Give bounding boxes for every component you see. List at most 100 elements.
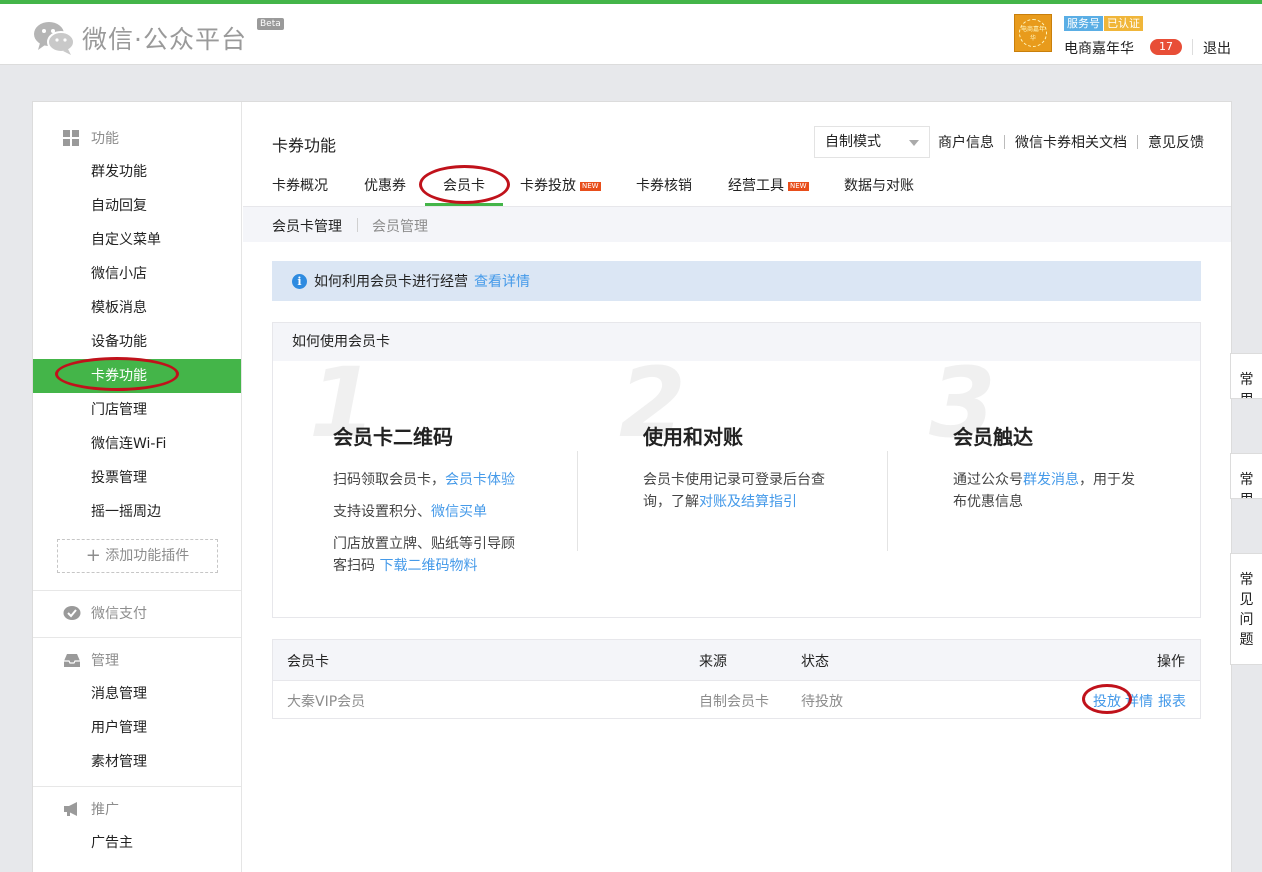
new-badge: NEW	[788, 181, 809, 191]
sidebar-divider	[33, 786, 241, 787]
header-divider	[1192, 39, 1193, 55]
info-icon: i	[292, 273, 307, 289]
step-divider	[577, 451, 578, 551]
sidebar-item-mass-send[interactable]: 群发功能	[33, 155, 241, 189]
feedback-link[interactable]: 意见反馈	[1148, 132, 1204, 152]
help-tab-label: 常用	[1239, 472, 1254, 498]
card-docs-link[interactable]: 微信卡券相关文档	[1015, 132, 1127, 152]
info-banner: i 如何利用会员卡进行经营 查看详情	[272, 261, 1201, 301]
step-text: ，用于发	[1079, 472, 1135, 488]
help-tab-faq[interactable]: 常见问题	[1230, 553, 1262, 665]
message-count-badge[interactable]: 17	[1150, 39, 1182, 55]
main-container: 功能 群发功能 自动回复 自定义菜单 微信小店 模板消息 设备功能 卡券功能 门…	[32, 101, 1232, 872]
sidebar-group-function: 功能	[63, 128, 119, 148]
merchant-info-link[interactable]: 商户信息	[938, 132, 994, 152]
step-2: 2 使用和对账 会员卡使用记录可登录后台查 询，了解对账及结算指引	[583, 353, 893, 617]
column-header-status: 状态	[801, 654, 829, 670]
logo[interactable]: 微信·公众平台	[32, 18, 247, 58]
plus-icon: +	[85, 545, 101, 566]
grid-icon	[63, 130, 81, 146]
sidebar-item-wifi[interactable]: 微信连Wi-Fi	[33, 427, 241, 461]
sidebar-item-messages[interactable]: 消息管理	[33, 677, 241, 711]
sidebar-group-label: 推广	[91, 802, 119, 818]
sidebar-item-device[interactable]: 设备功能	[33, 325, 241, 359]
card-trial-link[interactable]: 会员卡体验	[445, 472, 515, 488]
account-name[interactable]: 电商嘉年华	[1064, 38, 1134, 58]
column-header-source: 来源	[699, 654, 727, 670]
sidebar-group-pay[interactable]: 微信支付	[63, 603, 147, 623]
reconciliation-guide-link[interactable]: 对账及结算指引	[699, 494, 797, 510]
step-text: 支持设置积分、	[333, 504, 431, 520]
step-line: 支持设置积分、微信买单	[333, 501, 487, 523]
tab-card-distribution[interactable]: 卡券投放 NEW	[520, 176, 601, 206]
avatar[interactable]: 电商嘉年华	[1014, 14, 1052, 52]
subtab-divider	[357, 218, 358, 232]
megaphone-icon	[63, 801, 81, 817]
sidebar-item-stores[interactable]: 门店管理	[33, 393, 241, 427]
step-text: 客扫码	[333, 558, 380, 574]
tab-card-redeem[interactable]: 卡券核销	[636, 176, 692, 206]
help-tab-common-1[interactable]: 常用	[1230, 353, 1262, 399]
sidebar-item-custom-menu[interactable]: 自定义菜单	[33, 223, 241, 257]
wechat-logo-icon	[32, 19, 76, 57]
distribute-link[interactable]: 投放	[1093, 691, 1121, 711]
step-text: 通过公众号	[953, 472, 1023, 488]
subtab-member-management[interactable]: 会员管理	[372, 216, 428, 236]
sidebar-item-materials[interactable]: 素材管理	[33, 745, 241, 779]
download-qr-material-link[interactable]: 下载二维码物料	[379, 558, 477, 574]
view-details-link[interactable]: 查看详情	[474, 271, 530, 291]
service-account-badge: 服务号	[1064, 16, 1103, 31]
card-name: 大秦VIP会员	[287, 694, 366, 710]
sidebar-item-shake[interactable]: 摇一摇周边	[33, 495, 241, 529]
tab-member-card[interactable]: 会员卡	[425, 176, 503, 206]
mode-select[interactable]: 自制模式	[814, 126, 930, 158]
report-link[interactable]: 报表	[1158, 691, 1186, 711]
step-title: 会员触达	[953, 425, 1033, 449]
sidebar-item-cards[interactable]: 卡券功能	[33, 359, 241, 393]
top-links: 商户信息 微信卡券相关文档 意见反馈	[938, 132, 1204, 152]
table-header: 会员卡 来源 状态 操作	[273, 640, 1200, 680]
tab-data-reconciliation[interactable]: 数据与对账	[844, 176, 914, 206]
card-source: 自制会员卡	[699, 694, 769, 710]
sidebar-item-wechat-store[interactable]: 微信小店	[33, 257, 241, 291]
link-divider	[1004, 135, 1005, 149]
sidebar-group-promote: 推广	[63, 799, 119, 819]
step-line: 扫码领取会员卡，会员卡体验	[333, 469, 515, 491]
beta-badge: Beta	[257, 18, 284, 30]
sidebar-item-voting[interactable]: 投票管理	[33, 461, 241, 495]
add-plugin-button[interactable]: + 添加功能插件	[57, 539, 218, 573]
tab-overview[interactable]: 卡券概况	[272, 176, 328, 206]
logout-link[interactable]: 退出	[1203, 38, 1231, 58]
details-link[interactable]: 详情	[1125, 691, 1153, 711]
howto-panel: 如何使用会员卡 1 会员卡二维码 扫码领取会员卡，会员卡体验 支持设置积分、微信…	[272, 322, 1201, 618]
sidebar-item-template-message[interactable]: 模板消息	[33, 291, 241, 325]
mode-select-value: 自制模式	[825, 134, 881, 150]
sidebar-item-auto-reply[interactable]: 自动回复	[33, 189, 241, 223]
step-line: 客扫码 下载二维码物料	[333, 555, 477, 577]
step-title: 使用和对账	[643, 425, 743, 449]
add-plugin-label: 添加功能插件	[105, 548, 190, 564]
step-line: 询，了解对账及结算指引	[643, 491, 797, 513]
column-header-actions: 操作	[1157, 654, 1185, 670]
step-3: 3 会员触达 通过公众号群发消息，用于发 布优惠信息	[893, 353, 1203, 617]
step-divider	[887, 451, 888, 551]
member-card-table: 会员卡 来源 状态 操作 大秦VIP会员 自制会员卡 待投放 投放 详情 报表	[272, 639, 1201, 719]
step-line: 布优惠信息	[953, 494, 1023, 510]
avatar-text: 电商嘉年华	[1019, 19, 1047, 47]
sidebar-item-advertiser[interactable]: 广告主	[33, 826, 241, 860]
howto-title: 如何使用会员卡	[273, 323, 1200, 361]
step-text: 询，了解	[643, 494, 699, 510]
step-line: 通过公众号群发消息，用于发	[953, 469, 1135, 491]
sidebar-item-users[interactable]: 用户管理	[33, 711, 241, 745]
mass-message-link[interactable]: 群发消息	[1023, 472, 1079, 488]
tab-coupons[interactable]: 优惠券	[364, 176, 406, 206]
tab-label: 卡券投放	[520, 178, 576, 194]
tab-business-tools[interactable]: 经营工具 NEW	[728, 176, 809, 206]
wechat-pay-bill-link[interactable]: 微信买单	[431, 504, 487, 520]
info-text: 如何利用会员卡进行经营	[314, 274, 468, 290]
subtab-card-management[interactable]: 会员卡管理	[272, 216, 342, 236]
sidebar-group-label: 微信支付	[91, 606, 147, 622]
main-content: 卡券功能 自制模式 商户信息 微信卡券相关文档 意见反馈 卡券概况 优惠券 会员…	[243, 102, 1231, 872]
help-tab-common-2[interactable]: 常用	[1230, 453, 1262, 499]
sidebar-divider	[33, 637, 241, 638]
